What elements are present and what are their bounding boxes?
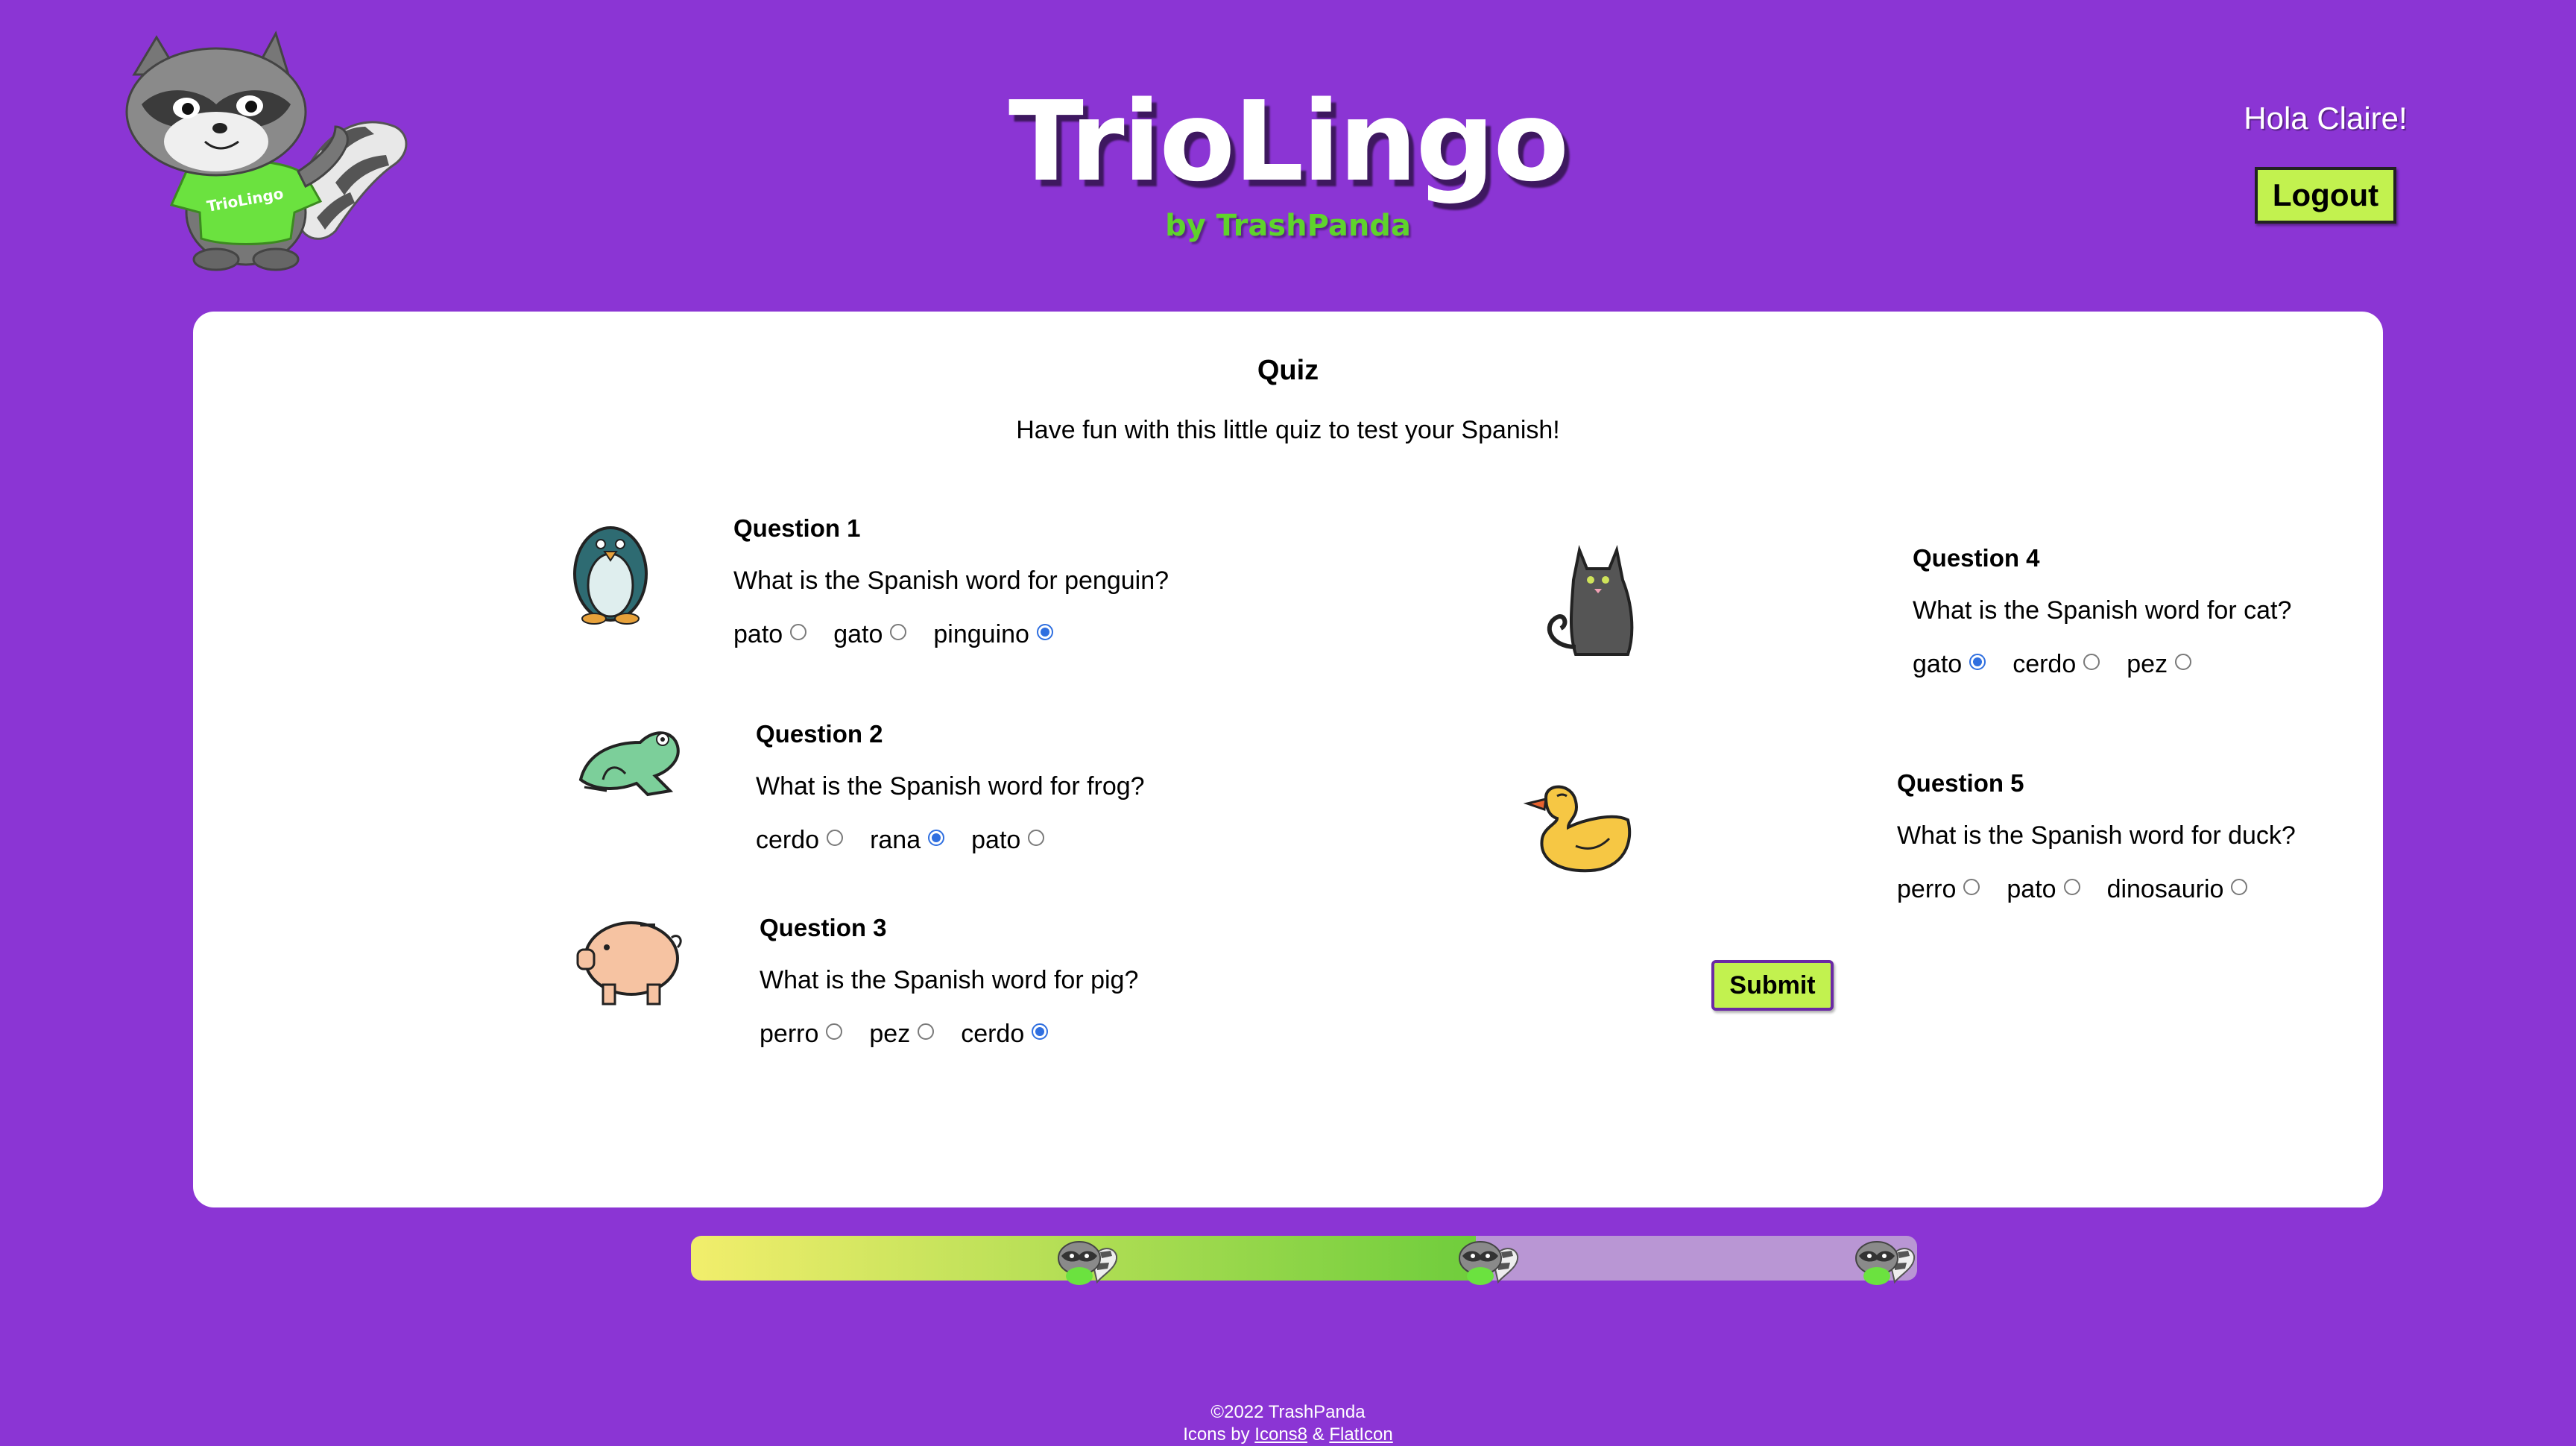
quiz-intro: Have fun with this little quiz to test y… — [1016, 416, 1560, 444]
option-perro[interactable]: perro — [760, 1020, 843, 1049]
option-pato[interactable]: pato — [733, 620, 807, 649]
copyright: ©2022 TrashPanda — [1210, 1402, 1366, 1422]
radio-button[interactable] — [1963, 878, 1980, 895]
radio-button[interactable] — [790, 623, 807, 640]
radio-button[interactable] — [827, 829, 844, 846]
radio-button[interactable] — [2231, 878, 2248, 895]
answer-options: cerdo rana pato — [756, 826, 1278, 855]
pig-icon — [576, 921, 682, 1005]
quiz-title: Quiz — [1257, 355, 1319, 386]
raccoon-mascot-logo: TrioLingo — [125, 31, 408, 271]
option-cerdo[interactable]: cerdo — [756, 826, 844, 855]
question-text: What is the Spanish word for pig? — [760, 966, 1139, 994]
option-pato[interactable]: pato — [971, 826, 1045, 855]
question-body: Question 5 What is the Spanish word for … — [1897, 769, 2419, 904]
radio-button-selected[interactable] — [1032, 1023, 1049, 1040]
radio-button-selected[interactable] — [1969, 653, 1986, 670]
radio-button[interactable] — [918, 1023, 935, 1040]
option-cerdo[interactable]: cerdo — [2012, 650, 2100, 679]
question-text: What is the Spanish word for duck? — [1897, 821, 2296, 850]
radio-button[interactable] — [2083, 653, 2100, 670]
question-text: What is the Spanish word for cat? — [1913, 596, 2292, 625]
app-subtitle: by TrashPanda — [1165, 209, 1411, 243]
question-body: Question 1 What is the Spanish word for … — [733, 514, 1255, 649]
option-cerdo[interactable]: cerdo — [961, 1020, 1049, 1049]
option-rana[interactable]: rana — [870, 826, 945, 855]
answer-options: perro pez cerdo — [760, 1020, 1281, 1049]
raccoon-icon — [1058, 1241, 1118, 1285]
question-title: Question 4 — [1913, 544, 2040, 572]
radio-button[interactable] — [1028, 829, 1045, 846]
progress-bar — [691, 1236, 1917, 1281]
radio-button[interactable] — [826, 1023, 843, 1040]
frog-icon — [578, 731, 680, 797]
radio-button[interactable] — [2175, 653, 2192, 670]
raccoon-icon — [1855, 1241, 1916, 1285]
answer-options: gato cerdo pez — [1913, 650, 2434, 679]
user-greeting: Hola Claire! — [2244, 101, 2408, 136]
option-pez[interactable]: pez — [869, 1020, 935, 1049]
radio-button-selected[interactable] — [1036, 623, 1053, 640]
answer-options: pato gato pinguino — [733, 620, 1255, 649]
option-pinguino[interactable]: pinguino — [933, 620, 1053, 649]
duck-icon — [1523, 785, 1632, 873]
footer: ©2022 TrashPanda Icons by Icons8 & FlatI… — [0, 1401, 2576, 1446]
credits: Icons by Icons8 & FlatIcon — [1183, 1424, 1393, 1445]
question-body: Question 3 What is the Spanish word for … — [760, 914, 1281, 1049]
question-title: Question 1 — [733, 514, 861, 542]
option-perro[interactable]: perro — [1897, 875, 1980, 904]
question-text: What is the Spanish word for frog? — [756, 772, 1145, 801]
radio-button[interactable] — [2063, 878, 2080, 895]
cat-icon — [1547, 545, 1634, 656]
option-gato[interactable]: gato — [1913, 650, 1986, 679]
radio-button[interactable] — [890, 623, 907, 640]
app-title: TrioLingo — [1008, 78, 1569, 206]
option-pez[interactable]: pez — [2127, 650, 2192, 679]
quiz-card: Quiz Have fun with this little quiz to t… — [193, 312, 2383, 1207]
option-gato[interactable]: gato — [833, 620, 907, 649]
question-text: What is the Spanish word for penguin? — [733, 566, 1169, 595]
question-body: Question 4 What is the Spanish word for … — [1913, 544, 2434, 679]
brand: TrioLingo by TrashPanda — [894, 82, 1682, 243]
icons8-link[interactable]: Icons8 — [1254, 1424, 1307, 1445]
flaticon-link[interactable]: FlatIcon — [1329, 1424, 1392, 1445]
submit-button[interactable]: Submit — [1711, 960, 1834, 1011]
question-title: Question 3 — [760, 914, 887, 941]
raccoon-icon — [1459, 1241, 1519, 1285]
question-title: Question 2 — [756, 720, 883, 748]
question-body: Question 2 What is the Spanish word for … — [756, 720, 1278, 855]
radio-button-selected[interactable] — [928, 829, 945, 846]
answer-options: perro pato dinosaurio — [1897, 875, 2419, 904]
logout-button[interactable]: Logout — [2255, 167, 2396, 224]
option-dinosaurio[interactable]: dinosaurio — [2107, 875, 2248, 904]
question-title: Question 5 — [1897, 769, 2024, 797]
option-pato[interactable]: pato — [2007, 875, 2080, 904]
penguin-icon — [573, 526, 648, 625]
